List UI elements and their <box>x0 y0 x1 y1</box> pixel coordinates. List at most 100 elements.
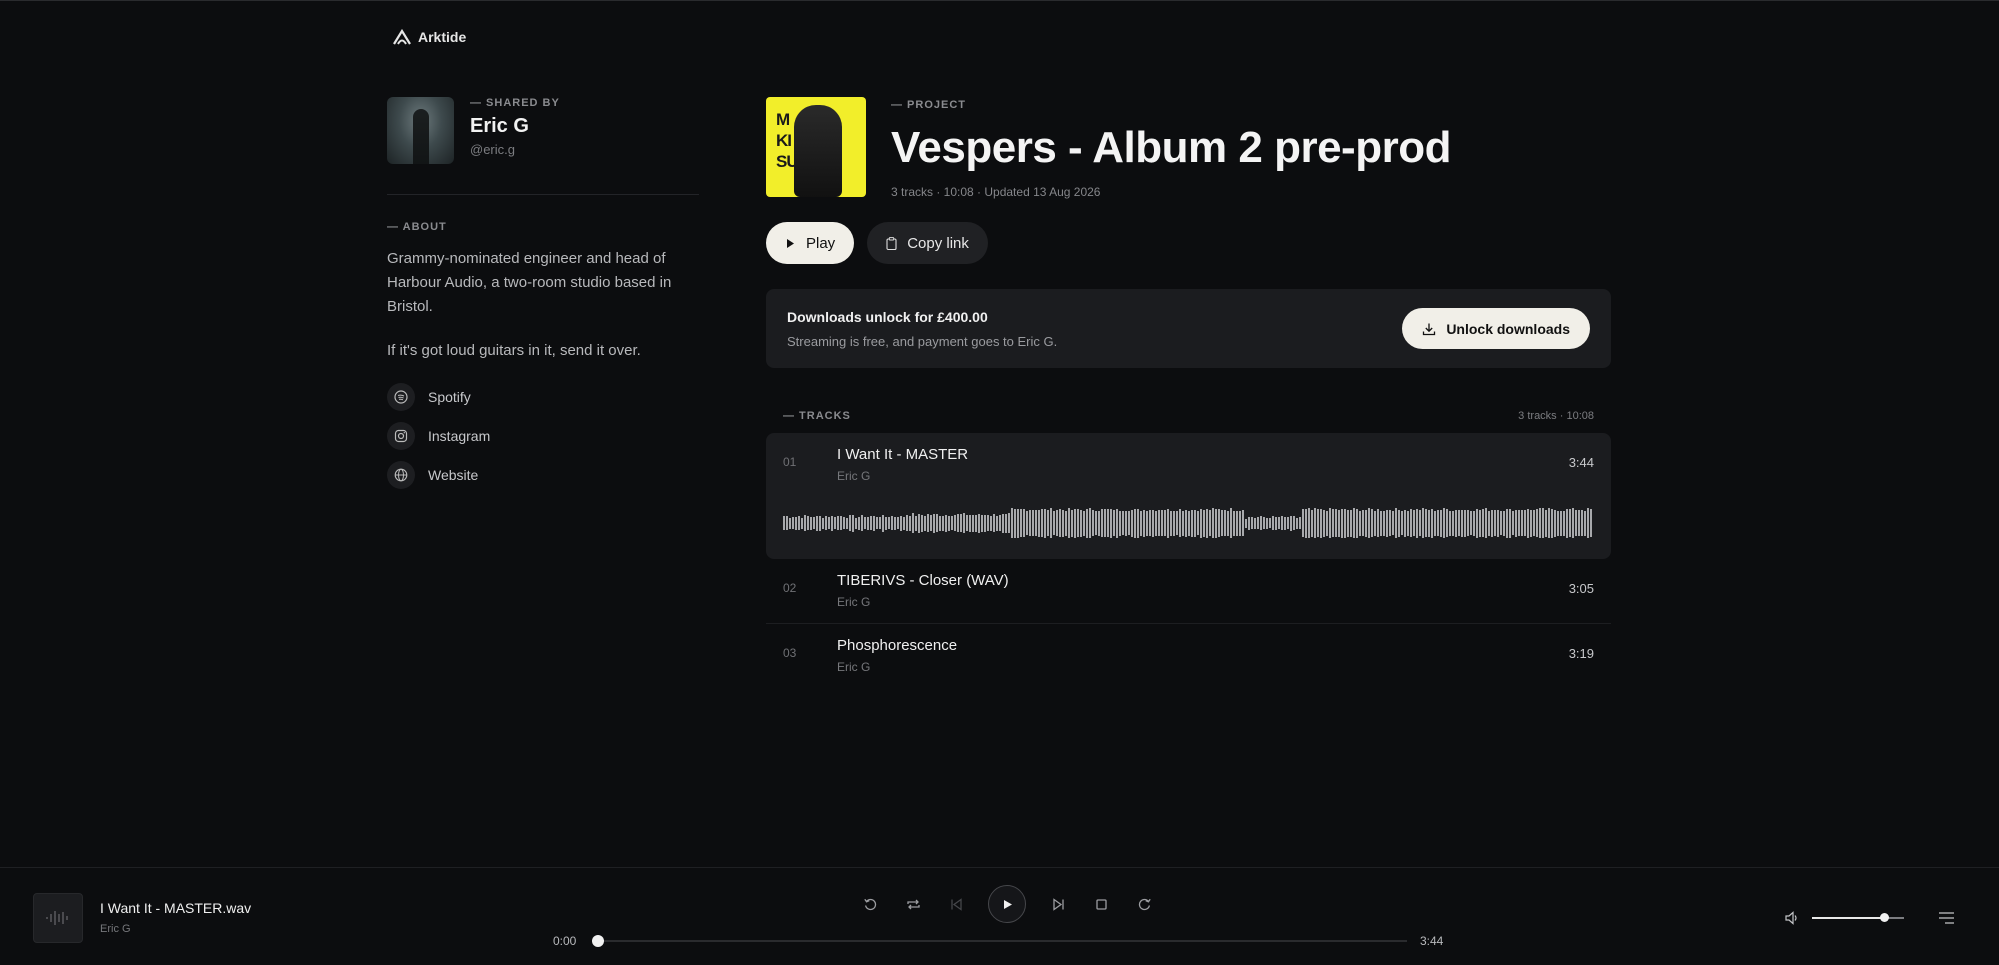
forward-button[interactable] <box>1133 893 1155 915</box>
waveform-bar <box>798 516 800 530</box>
tracks-summary: 3 tracks · 10:08 <box>1518 410 1594 422</box>
track-row[interactable]: 02 TIBERIVS - Closer (WAV) Eric G 3:05 <box>766 559 1611 624</box>
progress-knob[interactable] <box>592 935 604 947</box>
playback-controls <box>859 885 1155 923</box>
waveform-bar <box>1374 510 1376 536</box>
waveform-bar <box>1290 515 1292 531</box>
unlock-downloads-button[interactable]: Unlock downloads <box>1402 308 1590 349</box>
play-button[interactable]: Play <box>766 222 855 264</box>
waveform-bar <box>1434 510 1436 536</box>
stop-button[interactable] <box>1090 893 1112 915</box>
waveform-bar <box>1395 508 1397 538</box>
volume-icon[interactable] <box>1784 910 1800 926</box>
waveform-bar <box>1098 510 1100 536</box>
shared-by-label: — SHARED BY <box>470 97 560 109</box>
waveform-bar <box>837 516 839 530</box>
waveform-bar <box>957 514 959 532</box>
waveform-bar <box>1212 508 1214 538</box>
waveform-bar <box>1173 510 1175 536</box>
brand-logo[interactable]: Arktide <box>392 29 466 45</box>
waveform-bar <box>1185 509 1187 537</box>
waveform-bar <box>1143 509 1145 537</box>
waveform-bar <box>1005 513 1007 533</box>
waveform-bar <box>924 515 926 531</box>
waveform-bar <box>891 516 893 530</box>
waveform-bar <box>1233 510 1235 536</box>
waveform-bar <box>1083 510 1085 536</box>
waveform-bar <box>1545 509 1547 537</box>
waveform-bar <box>1461 509 1463 537</box>
waveform-bar <box>903 516 905 530</box>
volume-fill <box>1812 917 1884 919</box>
volume-slider[interactable] <box>1812 913 1904 922</box>
waveform-bar <box>1272 516 1274 530</box>
waveform-bar <box>1446 509 1448 537</box>
waveform-bar <box>1344 508 1346 538</box>
link-website[interactable]: Website <box>387 461 699 489</box>
waveform-bar <box>1164 510 1166 536</box>
waveform-bar <box>1038 509 1040 537</box>
project-meta: 3 tracks · 10:08 · Updated 13 Aug 2026 <box>891 185 1101 199</box>
unlock-button-label: Unlock downloads <box>1446 320 1570 337</box>
play-pause-button[interactable] <box>988 885 1026 923</box>
link-instagram[interactable]: Instagram <box>387 422 699 450</box>
track-row[interactable]: 03 Phosphorescence Eric G 3:19 <box>766 624 1611 689</box>
waveform-bar <box>1443 508 1445 538</box>
project-cover-art: M LDKI EDSU ED. <box>766 97 866 197</box>
waveform-bar <box>1065 510 1067 536</box>
track-row-active[interactable]: 01 I Want It - MASTER Eric G 3:44 <box>766 433 1611 559</box>
waveform-bar <box>930 515 932 531</box>
waveform-bar <box>822 517 824 529</box>
waveform-bar <box>1074 508 1076 538</box>
about-label: — ABOUT <box>387 221 447 233</box>
track-artist: Eric G <box>837 660 871 674</box>
waveform-bar <box>987 515 989 531</box>
waveform-bar <box>1176 511 1178 535</box>
waveform-bar <box>1095 511 1097 535</box>
rewind-icon <box>863 898 876 910</box>
waveform-bar <box>1215 508 1217 538</box>
track-waveform[interactable] <box>783 507 1594 539</box>
waveform-bar <box>906 515 908 531</box>
waveform-bar <box>1479 509 1481 537</box>
queue-icon[interactable] <box>1938 910 1955 926</box>
waveform-bar <box>1089 508 1091 538</box>
waveform-bar <box>1377 509 1379 537</box>
waveform-bar <box>1332 509 1334 537</box>
previous-track-button[interactable] <box>945 893 967 915</box>
waveform-bar <box>1242 510 1244 536</box>
waveform-bar <box>789 517 791 529</box>
waveform-bar <box>1122 511 1124 535</box>
skip-forward-icon <box>1052 897 1064 911</box>
waveform-bar <box>1137 508 1139 538</box>
waveform-bar <box>882 514 884 532</box>
waveform-bar <box>975 514 977 532</box>
social-links: Spotify Instagram Website <box>387 383 699 489</box>
waveform-bar <box>1401 511 1403 535</box>
link-spotify[interactable]: Spotify <box>387 383 699 411</box>
waveform-bar <box>918 513 920 533</box>
globe-icon <box>387 461 415 489</box>
repeat-button[interactable] <box>902 893 924 915</box>
copy-link-label: Copy link <box>907 234 969 252</box>
unlock-title: Downloads unlock for £400.00 <box>787 308 988 325</box>
project-label: — PROJECT <box>891 99 967 111</box>
copy-link-button[interactable]: Copy link <box>867 222 988 264</box>
waveform-bar <box>1110 508 1112 538</box>
track-number: 03 <box>783 646 797 660</box>
volume-knob[interactable] <box>1879 913 1889 922</box>
progress-scrubber[interactable] <box>592 935 1407 947</box>
waveform-bar <box>1299 517 1301 529</box>
skip-back-icon <box>950 897 962 911</box>
waveform-bar <box>1488 510 1490 536</box>
sharer-card: — SHARED BY Eric G @eric.g <box>387 97 699 195</box>
rewind-button[interactable] <box>859 893 881 915</box>
waveform-bar <box>1587 508 1589 538</box>
waveform-bar <box>1179 509 1181 537</box>
link-label: Spotify <box>428 389 471 405</box>
waveform-bar <box>1458 510 1460 536</box>
next-track-button[interactable] <box>1047 893 1069 915</box>
waveform-bar <box>1293 516 1295 530</box>
track-list: 01 I Want It - MASTER Eric G 3:44 02 TIB… <box>766 433 1611 689</box>
waveform-bar <box>945 514 947 532</box>
